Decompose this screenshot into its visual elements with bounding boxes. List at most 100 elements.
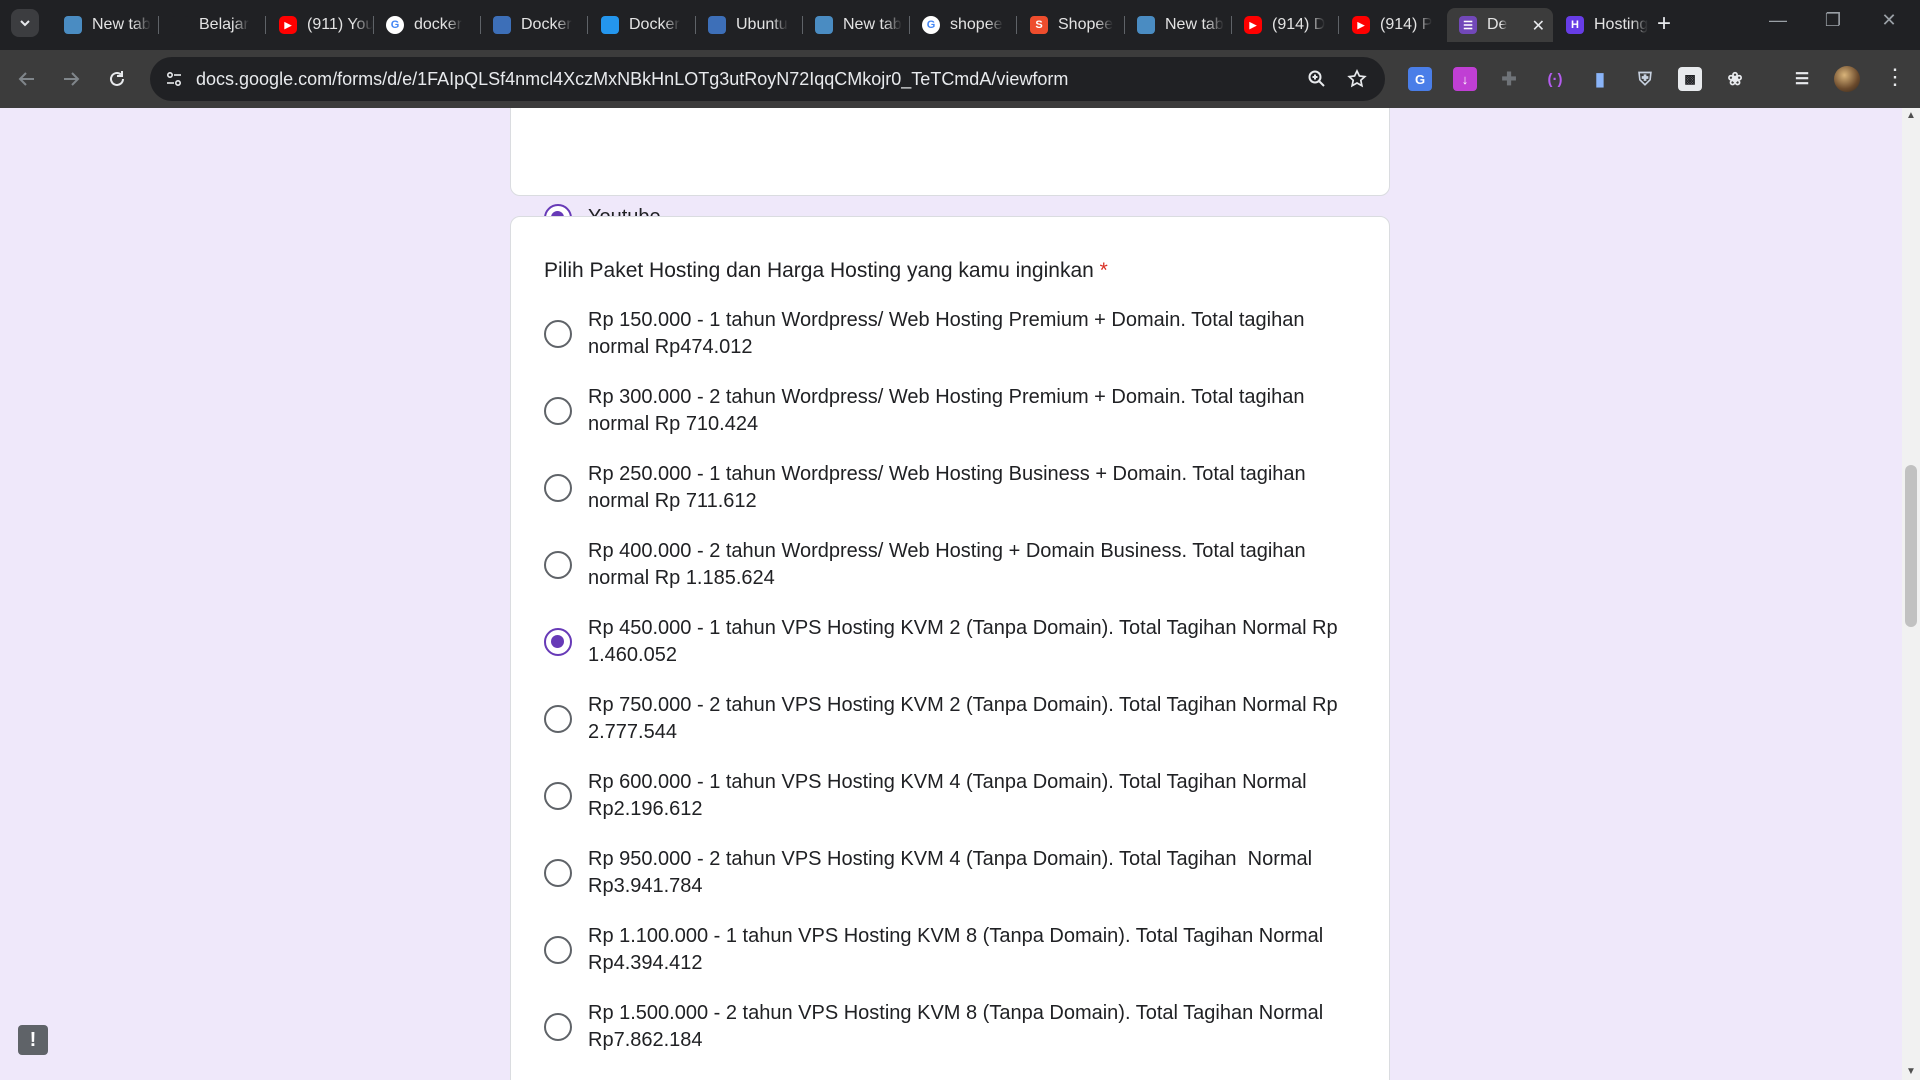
question-title-text: Pilih Paket Hosting dan Harga Hosting ya… <box>544 259 1094 282</box>
hosting-option-radio[interactable] <box>544 936 572 964</box>
minimize-button[interactable]: — <box>1763 10 1793 31</box>
tab-close-icon[interactable]: ✕ <box>1532 16 1545 36</box>
tab-title: Docker <box>629 16 680 33</box>
hosting-option-radio[interactable] <box>544 628 572 656</box>
zoom-button[interactable] <box>1305 67 1329 91</box>
hosting-option-label[interactable]: Rp 750.000 - 2 tahun VPS Hosting KVM 2 (… <box>588 692 1378 746</box>
tab-title: docker <box>414 16 463 33</box>
tab-strip: New tabBelajar▶(911) YouTubeGdockerDocke… <box>0 0 1920 50</box>
shopee-icon: S <box>1030 16 1048 34</box>
option-label-line2: normal Rp 710.424 <box>588 413 759 435</box>
hosting-option-radio[interactable] <box>544 1013 572 1041</box>
profile-avatar[interactable] <box>1834 66 1860 92</box>
tab-title: (914) P <box>1380 16 1433 33</box>
required-mark: * <box>1099 259 1108 282</box>
tab-title: Ubuntu <box>736 16 788 33</box>
download-extension-icon[interactable]: ↓ <box>1453 67 1477 91</box>
browser-tab[interactable]: Belajar <box>159 8 265 42</box>
option-label-line1: Rp 950.000 - 2 tahun VPS Hosting KVM 4 (… <box>588 848 1313 870</box>
browser-tab[interactable]: ▶ (911) YouTube <box>267 8 373 42</box>
newtab-icon <box>1137 16 1155 34</box>
tab-title: De <box>1487 16 1508 33</box>
report-feedback-button[interactable]: ! <box>18 1025 48 1055</box>
hosting-option-label[interactable]: Rp 150.000 - 1 tahun Wordpress/ Web Host… <box>588 307 1378 361</box>
browser-toolbar: docs.google.com/forms/d/e/1FAIpQLSf4nmcl… <box>0 50 1920 108</box>
page-viewport: Youtube Pilih Paket Hosting dan Harga Ho… <box>0 108 1902 1080</box>
puzzle-extensions-icon[interactable]: ❀ <box>1723 67 1747 91</box>
menu-icon[interactable]: ⋮ <box>1884 64 1906 90</box>
option-label-line1: Rp 300.000 - 2 tahun Wordpress/ Web Host… <box>588 386 1305 408</box>
forward-button[interactable] <box>56 64 86 94</box>
hosting-option-radio[interactable] <box>544 320 572 348</box>
brackets-extension-icon[interactable]: (·) <box>1543 67 1567 91</box>
browser-tab[interactable]: Gshopee <box>910 8 1016 42</box>
option-label-line1: Rp 1.100.000 - 1 tahun VPS Hosting KVM 8… <box>588 925 1324 947</box>
browser-tab[interactable]: Docker <box>481 8 587 42</box>
hosting-option-label[interactable]: Rp 250.000 - 1 tahun Wordpress/ Web Host… <box>588 461 1378 515</box>
browser-tab[interactable]: ☰ De ✕ <box>1447 8 1553 42</box>
option-label-line1: Rp 750.000 - 2 tahun VPS Hosting KVM 2 (… <box>588 694 1338 716</box>
tab-title: (911) YouTube <box>307 16 373 33</box>
browser-tab[interactable]: ▶ (914) P <box>1340 8 1446 42</box>
hosting-option-radio[interactable] <box>544 782 572 810</box>
google-forms-icon: ☰ <box>1459 16 1477 34</box>
reload-button[interactable] <box>102 64 132 94</box>
option-label-line2: normal Rp474.012 <box>588 336 753 358</box>
hosting-option-label[interactable]: Rp 450.000 - 1 tahun VPS Hosting KVM 2 (… <box>588 615 1378 669</box>
hosting-option-label[interactable]: Rp 1.500.000 - 2 tahun VPS Hosting KVM 8… <box>588 1000 1378 1054</box>
back-button[interactable] <box>12 64 42 94</box>
newtab-icon <box>64 16 82 34</box>
tab-title: Hosting <box>1594 16 1649 33</box>
option-label-line2: Rp3.941.784 <box>588 875 703 897</box>
browser-tab[interactable]: Docker <box>589 8 695 42</box>
hosting-option-radio[interactable] <box>544 551 572 579</box>
ubuntu-edge-icon <box>708 16 726 34</box>
docker-icon <box>601 16 619 34</box>
tab-search-button[interactable] <box>11 9 39 37</box>
browser-tab[interactable]: ▶ (914) D <box>1232 8 1338 42</box>
new-tab-button[interactable]: + <box>1650 10 1678 38</box>
hosting-option-label[interactable]: Rp 1.100.000 - 1 tahun VPS Hosting KVM 8… <box>588 923 1378 977</box>
bookmark-button[interactable] <box>1345 67 1369 91</box>
url-text[interactable]: docs.google.com/forms/d/e/1FAIpQLSf4nmcl… <box>196 69 1068 90</box>
option-label-line1: Rp 1.500.000 - 2 tahun VPS Hosting KVM 8… <box>588 1002 1324 1024</box>
youtube-icon: ▶ <box>1352 16 1370 34</box>
browser-tab[interactable]: H Hosting <box>1554 8 1660 42</box>
browser-tab[interactable]: New tab <box>52 8 158 42</box>
address-bar[interactable]: docs.google.com/forms/d/e/1FAIpQLSf4nmcl… <box>150 57 1385 101</box>
zoom-icon <box>1308 70 1325 87</box>
google-icon: G <box>922 16 940 34</box>
hosting-option-radio[interactable] <box>544 397 572 425</box>
tab-title: Belajar <box>199 16 249 33</box>
document-extension-icon[interactable]: ▮ <box>1588 67 1612 91</box>
hosting-option-radio[interactable] <box>544 474 572 502</box>
site-info-icon[interactable] <box>164 69 184 89</box>
browser-tab[interactable]: New tab <box>803 8 909 42</box>
question-title: Pilih Paket Hosting dan Harga Hosting ya… <box>544 259 1108 283</box>
option-label-line1: Rp 250.000 - 1 tahun Wordpress/ Web Host… <box>588 463 1306 485</box>
hosting-option-label[interactable]: Rp 600.000 - 1 tahun VPS Hosting KVM 4 (… <box>588 769 1378 823</box>
qr-code-extension-icon[interactable]: ▩ <box>1678 67 1702 91</box>
scrollbar-thumb[interactable] <box>1905 465 1917 627</box>
hosting-option-label[interactable]: Rp 400.000 - 2 tahun Wordpress/ Web Host… <box>588 538 1378 592</box>
page-scrollbar[interactable]: ▲ ▼ <box>1902 108 1920 1080</box>
restore-button[interactable]: ❐ <box>1818 10 1848 31</box>
scroll-up-arrow-icon[interactable]: ▲ <box>1905 110 1917 121</box>
hosting-option-radio[interactable] <box>544 859 572 887</box>
media-control-icon[interactable]: ☰ <box>1790 67 1814 91</box>
browser-tab[interactable]: New tab <box>1125 8 1231 42</box>
browser-tab[interactable]: S Shopee <box>1018 8 1124 42</box>
browser-tab[interactable]: Gdocker <box>374 8 480 42</box>
hosting-option-label[interactable]: Rp 300.000 - 2 tahun Wordpress/ Web Host… <box>588 384 1378 438</box>
reload-icon <box>110 71 124 86</box>
newtab-icon <box>815 16 833 34</box>
hosting-option-label[interactable]: Rp 950.000 - 2 tahun VPS Hosting KVM 4 (… <box>588 846 1378 900</box>
tab-separator <box>1338 16 1339 34</box>
browser-tab[interactable]: Ubuntu <box>696 8 802 42</box>
ruler-extension-icon[interactable]: ✚ <box>1497 67 1521 91</box>
shield-extension-icon[interactable]: ⛨ <box>1633 67 1657 91</box>
scroll-down-arrow-icon[interactable]: ▼ <box>1905 1066 1917 1077</box>
google-translate-extension-icon[interactable]: G <box>1408 67 1432 91</box>
hosting-option-radio[interactable] <box>544 705 572 733</box>
window-close-button[interactable]: ✕ <box>1874 10 1904 31</box>
